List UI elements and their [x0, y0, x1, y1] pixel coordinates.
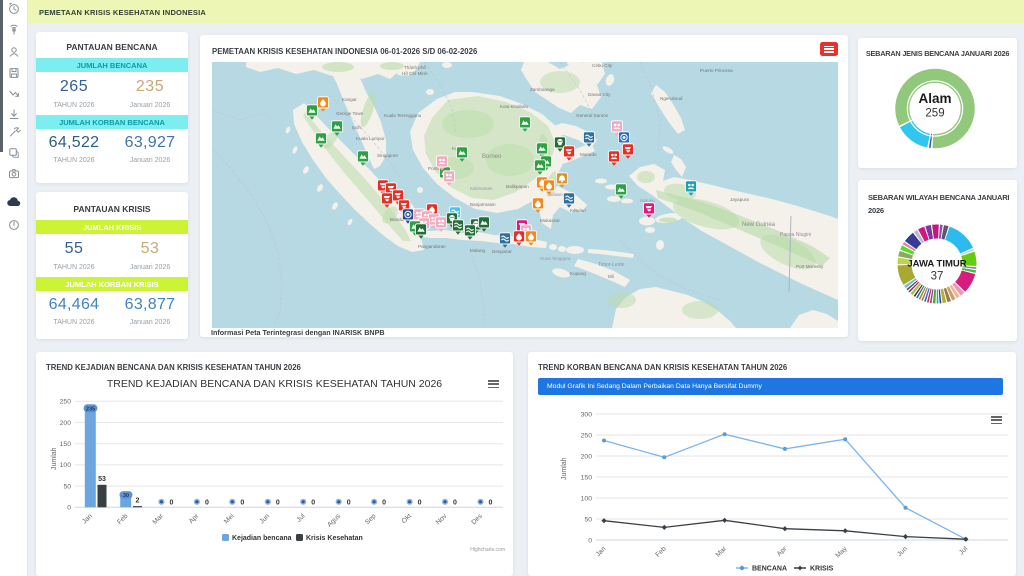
- svg-text:Hồ Chí Minh: Hồ Chí Minh: [402, 71, 428, 76]
- svg-text:Apr: Apr: [188, 512, 201, 525]
- svg-text:BENCANA: BENCANA: [752, 566, 787, 573]
- svg-text:150: 150: [60, 441, 72, 448]
- svg-text:0: 0: [347, 499, 351, 506]
- svg-text:Jul: Jul: [958, 545, 969, 556]
- svg-text:37: 37: [931, 271, 944, 283]
- svg-text:Alam: Alam: [918, 91, 951, 106]
- svg-text:235: 235: [86, 406, 95, 412]
- svg-text:Krisis Kesehatan: Krisis Kesehatan: [306, 535, 363, 542]
- svg-text:Jun: Jun: [259, 513, 272, 526]
- svg-text:Port Moresby: Port Moresby: [796, 264, 824, 269]
- svg-text:George Town: George Town: [336, 111, 364, 116]
- svg-text:Mei: Mei: [223, 512, 236, 525]
- svg-text:0: 0: [489, 499, 493, 506]
- svg-text:Manado: Manado: [580, 152, 597, 157]
- svg-text:Apr: Apr: [776, 545, 789, 558]
- svg-text:Jan: Jan: [81, 513, 94, 526]
- svg-text:250: 250: [581, 432, 593, 439]
- svg-text:200: 200: [581, 453, 593, 460]
- svg-text:Kuala Terengganu: Kuala Terengganu: [384, 113, 422, 118]
- svg-text:0: 0: [205, 499, 209, 506]
- svg-text:30: 30: [123, 493, 129, 499]
- svg-text:Feb: Feb: [654, 545, 667, 558]
- svg-text:Timor-Leste: Timor-Leste: [598, 262, 625, 268]
- svg-text:Thành phố: Thành phố: [404, 65, 426, 70]
- svg-text:0: 0: [67, 505, 71, 512]
- svg-text:50: 50: [584, 516, 592, 523]
- svg-text:Denpasar: Denpasar: [492, 249, 512, 254]
- svg-text:Feb: Feb: [116, 513, 129, 526]
- svg-text:259: 259: [925, 108, 944, 120]
- svg-text:50: 50: [63, 483, 71, 490]
- svg-text:Highcharts.com: Highcharts.com: [470, 547, 505, 553]
- svg-text:Jayapura: Jayapura: [730, 197, 749, 202]
- svg-text:General Santos: General Santos: [576, 113, 609, 118]
- svg-text:Jun: Jun: [896, 545, 909, 558]
- svg-text:0: 0: [276, 499, 280, 506]
- svg-text:0: 0: [453, 499, 457, 506]
- svg-text:Okt: Okt: [401, 513, 414, 526]
- svg-text:300: 300: [581, 411, 593, 418]
- svg-text:Nusa Tenggara: Nusa Tenggara: [540, 256, 571, 261]
- svg-text:Singapore: Singapore: [377, 153, 398, 158]
- svg-text:Puerto Princesa: Puerto Princesa: [700, 68, 733, 73]
- svg-text:Kuala Lumpur: Kuala Lumpur: [356, 136, 385, 141]
- svg-text:Kejadian bencana: Kejadian bencana: [232, 535, 292, 542]
- svg-text:Ngerulmud: Ngerulmud: [660, 96, 683, 101]
- svg-text:0: 0: [311, 499, 315, 506]
- svg-text:May: May: [835, 545, 849, 559]
- svg-text:100: 100: [581, 495, 593, 502]
- svg-text:Des: Des: [470, 512, 484, 526]
- svg-text:100: 100: [60, 462, 72, 469]
- svg-text:Kupang: Kupang: [570, 271, 586, 276]
- svg-text:Mar: Mar: [152, 512, 166, 526]
- svg-text:0: 0: [382, 499, 386, 506]
- svg-text:Jul: Jul: [296, 512, 307, 523]
- svg-text:150: 150: [581, 474, 593, 481]
- svg-text:Malang: Malang: [470, 248, 486, 253]
- svg-text:Cebu City: Cebu City: [592, 63, 613, 68]
- svg-text:Borneo: Borneo: [482, 154, 502, 160]
- svg-text:JAWA TIMUR: JAWA TIMUR: [907, 259, 966, 270]
- svg-text:Dili: Dili: [608, 274, 614, 279]
- svg-text:Kalimantan: Kalimantan: [470, 186, 493, 191]
- svg-text:Jumlah: Jumlah: [561, 457, 568, 480]
- svg-text:Maluku: Maluku: [640, 198, 655, 203]
- svg-text:Pangandaran: Pangandaran: [418, 244, 446, 249]
- svg-text:Zamboanga: Zamboanga: [530, 87, 555, 92]
- svg-text:New Guinea: New Guinea: [742, 222, 776, 228]
- svg-text:Kangar: Kangar: [342, 97, 357, 102]
- svg-text:53: 53: [98, 476, 106, 483]
- svg-text:Kendari: Kendari: [570, 208, 586, 213]
- svg-text:Makassar: Makassar: [540, 218, 560, 223]
- svg-text:Sep: Sep: [364, 513, 378, 527]
- svg-text:Agus: Agus: [326, 512, 342, 528]
- svg-text:Jan: Jan: [595, 545, 608, 558]
- svg-text:200: 200: [60, 420, 72, 427]
- svg-text:KRISIS: KRISIS: [810, 566, 834, 573]
- svg-text:0: 0: [240, 499, 244, 506]
- svg-text:250: 250: [60, 399, 72, 406]
- svg-text:Papua Niugini: Papua Niugini: [780, 232, 811, 238]
- svg-text:Balikpapan: Balikpapan: [506, 184, 529, 189]
- svg-text:Kota Kinabalu: Kota Kinabalu: [500, 104, 529, 109]
- svg-text:Mar: Mar: [715, 545, 729, 559]
- svg-text:Jumlah: Jumlah: [51, 447, 58, 470]
- svg-text:Davao City: Davao City: [588, 92, 611, 97]
- svg-text:0: 0: [588, 537, 592, 544]
- svg-text:2: 2: [136, 497, 140, 504]
- svg-text:Ipoh: Ipoh: [352, 125, 361, 130]
- svg-text:0: 0: [169, 499, 173, 506]
- svg-text:0: 0: [418, 499, 422, 506]
- svg-text:Banjarmasin: Banjarmasin: [470, 202, 496, 207]
- svg-text:Nov: Nov: [435, 512, 449, 526]
